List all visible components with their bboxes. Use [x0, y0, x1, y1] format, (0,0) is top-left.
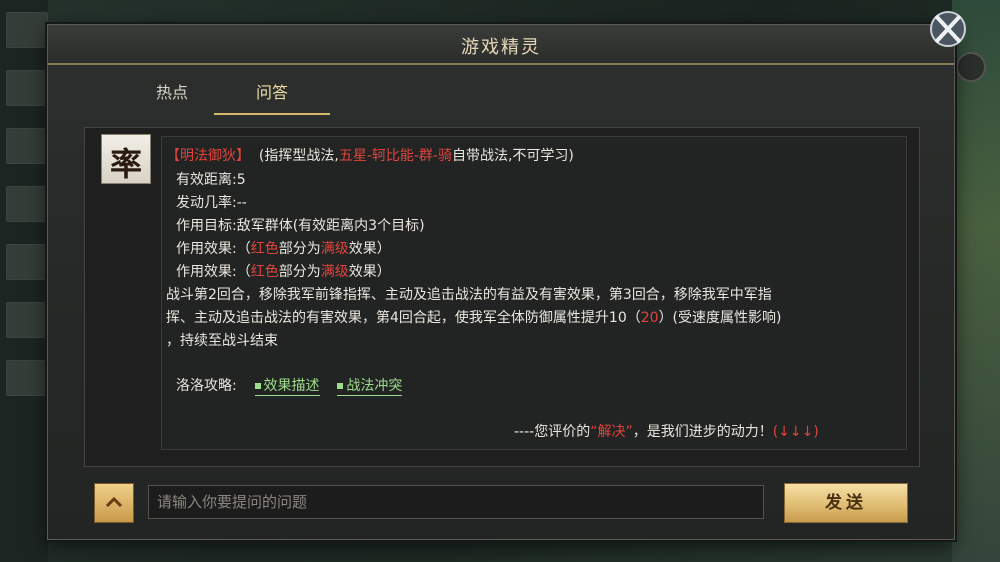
guide-link-conflict[interactable]: 战法冲突	[337, 378, 403, 396]
assistant-avatar: 率	[101, 134, 151, 184]
send-button[interactable]: 发送	[784, 483, 908, 523]
tactic-name: 【明法御狄】	[166, 148, 250, 164]
effect-red-1: 红色	[250, 241, 279, 257]
desc-line-2: 挥、主动及追击战法的有害效果，第4回合起，使我军全体防御属性提升10（20）(受…	[166, 307, 782, 327]
tactic-desc-suffix: 自带战法,不可学习)	[451, 148, 574, 164]
effect-red-1: 红色	[250, 264, 279, 280]
guide-link-effect[interactable]: 效果描述	[254, 378, 320, 396]
game-assistant-dialog: 游戏精灵 热点 问答 率 【明法御狄】 (指挥型战法,五星-轲比能-群-骑自带战…	[47, 24, 955, 540]
chance-line: 发动几率:--	[176, 195, 247, 211]
answer-box: 【明法御狄】 (指挥型战法,五星-轲比能-群-骑自带战法,不可学习) 有效距离:…	[161, 136, 907, 450]
tab-qa[interactable]: 问答	[214, 75, 330, 115]
expand-button[interactable]	[94, 483, 134, 523]
background-right-map	[952, 0, 1000, 562]
desc-line-2-prefix: 挥、主动及追击战法的有害效果，第4回合起，使我军全体防御属性提升10（	[166, 310, 641, 326]
answer-panel: 率 【明法御狄】 (指挥型战法,五星-轲比能-群-骑自带战法,不可学习) 有效距…	[84, 127, 920, 467]
effect-prefix: 作用效果:（	[176, 264, 251, 280]
desc-line-3: ，持续至战斗结束	[166, 333, 278, 349]
target-line: 作用目标:敌军群体(有效距离内3个目标)	[176, 218, 425, 234]
question-input[interactable]	[148, 485, 764, 519]
bg-menu-tile	[6, 302, 48, 338]
feedback-arrows: (↓↓↓)	[772, 424, 819, 440]
effect-line: 作用效果:（红色部分为满级效果）	[176, 238, 391, 258]
effect-red-2: 满级	[320, 241, 349, 257]
guide-link-effect-label: 效果描述	[263, 378, 320, 394]
guide-row: 洛洛攻略: 效果描述 战法冲突	[176, 375, 403, 396]
guide-link-conflict-label: 战法冲突	[346, 378, 403, 394]
effect-line: 作用效果:（红色部分为满级效果）	[176, 261, 391, 281]
background-left-menu	[0, 0, 48, 562]
bg-menu-tile	[6, 244, 48, 280]
desc-line-2-suffix: ）(受速度属性影响)	[658, 310, 782, 326]
effect-mid: 部分为	[278, 241, 321, 257]
bg-menu-tile	[6, 186, 48, 222]
input-footer: 发送	[94, 483, 908, 527]
feedback-line: ----您评价的“解决”，是我们进步的动力！(↓↓↓)	[514, 421, 819, 441]
feedback-highlight: “解决”	[590, 424, 633, 440]
bg-menu-tile	[6, 128, 48, 164]
effect-suffix: 效果）	[348, 264, 391, 280]
tactic-header: 【明法御狄】 (指挥型战法,五星-轲比能-群-骑自带战法,不可学习)	[166, 145, 574, 165]
effect-red-2: 满级	[320, 264, 349, 280]
bg-menu-tile	[6, 360, 48, 396]
bg-menu-tile	[6, 70, 48, 106]
close-button[interactable]	[924, 8, 972, 50]
desc-line-2-red: 20	[640, 310, 659, 326]
effect-suffix: 效果）	[348, 241, 391, 257]
square-bullet-icon	[337, 383, 344, 389]
range-line: 有效距离:5	[176, 172, 246, 188]
map-pin-icon	[956, 52, 986, 82]
avatar-glyph: 率	[109, 145, 142, 183]
guide-label: 洛洛攻略:	[176, 378, 237, 394]
effect-mid: 部分为	[278, 264, 321, 280]
tab-hot[interactable]: 热点	[114, 75, 230, 113]
close-icon	[930, 11, 966, 47]
desc-line-1: 战斗第2回合，移除我军前锋指挥、主动及追击战法的有益及有害效果，第3回合，移除我…	[166, 287, 772, 303]
chevron-up-icon	[105, 496, 123, 508]
bg-menu-tile	[6, 12, 48, 48]
tactic-desc-prefix: (指挥型战法,	[258, 148, 339, 164]
feedback-mid: ，是我们进步的动力！	[632, 424, 773, 440]
title-bar: 游戏精灵	[48, 25, 954, 65]
square-bullet-icon	[254, 383, 261, 389]
feedback-prefix: ----您评价的	[514, 424, 591, 440]
tactic-source: 五星-轲比能-群-骑	[338, 148, 452, 164]
effect-prefix: 作用效果:（	[176, 241, 251, 257]
dialog-title: 游戏精灵	[461, 37, 541, 58]
